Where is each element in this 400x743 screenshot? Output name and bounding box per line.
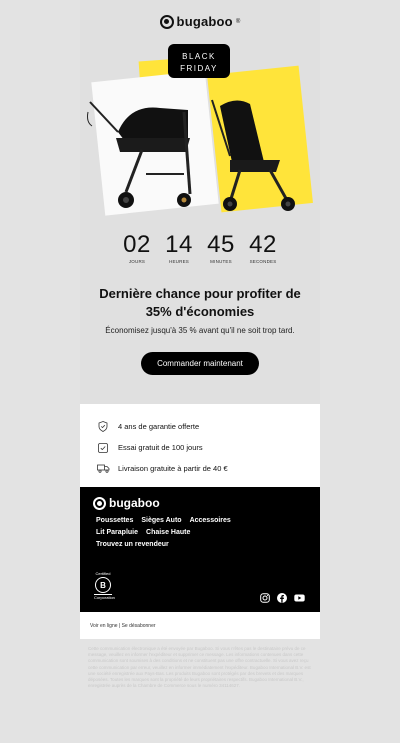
facebook-icon[interactable]: [277, 590, 287, 603]
countdown-minutes: 45 MINUTES: [204, 231, 238, 265]
brand-mark: ®: [235, 18, 241, 25]
benefit-item: 4 ans de garantie offerte: [80, 416, 320, 437]
footer-link-revendeur[interactable]: Trouvez un revendeur: [96, 539, 169, 551]
bugaboo-logo-icon: [93, 496, 106, 510]
countdown-days: 02 JOURS: [120, 231, 154, 265]
badge-line-2: FRIDAY: [180, 64, 218, 73]
footer-link-chaise-haute[interactable]: Chaise Haute: [146, 527, 190, 539]
headline: Dernière chance pour profiter de 35% d'é…: [99, 286, 301, 319]
legal-disclaimer: Cette communication électronique a été e…: [88, 646, 311, 689]
benefits-list: 4 ans de garantie offerte Essai gratuit …: [80, 404, 320, 487]
benefit-text: 4 ans de garantie offerte: [118, 422, 200, 431]
email-container: bugaboo ® BLACK FRIDAY 02 JOURS 14 HEURE…: [80, 0, 320, 639]
bcorp-sub: Corporation: [94, 594, 115, 600]
subheadline: Économisez jusqu'à 35 % avant qu'il ne s…: [105, 326, 295, 335]
footer-link-accessoires[interactable]: Accessoires: [190, 515, 231, 527]
countdown-label: HEURES: [169, 259, 189, 264]
checkbox-icon: [96, 441, 110, 455]
shop-now-button[interactable]: Commander maintenant: [141, 352, 259, 375]
badge-line-1: BLACK: [182, 52, 216, 61]
benefit-text: Essai gratuit de 100 jours: [118, 443, 203, 452]
footer-nav-section: bugaboo Poussettes Sièges Auto Accessoires…: [80, 487, 320, 612]
instagram-icon[interactable]: [260, 590, 270, 603]
footer-link-lit-parapluie[interactable]: Lit Parapluie: [96, 527, 138, 539]
countdown-value: 42: [249, 231, 277, 258]
countdown-label: SECONDES: [249, 259, 277, 264]
product-image[interactable]: BLACK FRIDAY: [80, 44, 320, 220]
bugaboo-logo-icon: [159, 14, 174, 29]
view-online-unsubscribe-links[interactable]: Voir en ligne | Se désabonner: [90, 623, 156, 629]
footer-logo[interactable]: bugaboo: [93, 496, 160, 510]
bcorp-label: Certified: [95, 571, 111, 576]
benefit-item: Livraison gratuite à partir de 40 €: [80, 458, 320, 479]
brand-name: bugaboo: [176, 14, 233, 29]
footer-link-poussettes[interactable]: Poussettes: [96, 515, 133, 527]
countdown-timer: 02 JOURS 14 HEURES 45 MINUTES 42 SECONDE…: [80, 231, 320, 265]
black-friday-badge: BLACK FRIDAY: [168, 44, 230, 78]
footer-nav-links: Poussettes Sièges Auto Accessoires Lit Par…: [96, 515, 306, 551]
bcorp-letter: B: [95, 577, 111, 593]
yellow-panel-right: [207, 65, 313, 213]
countdown-seconds: 42 SECONDES: [246, 231, 280, 265]
countdown-label: JOURS: [128, 259, 146, 264]
countdown-label: MINUTES: [210, 259, 232, 264]
countdown-value: 02: [123, 231, 151, 258]
social-links: [260, 590, 305, 603]
header-logo[interactable]: bugaboo ®: [80, 14, 320, 34]
countdown-value: 14: [165, 231, 193, 258]
footer-link-sieges-auto[interactable]: Sièges Auto: [141, 515, 181, 527]
benefit-text: Livraison gratuite à partir de 40 €: [118, 464, 228, 473]
footer-brand-name: bugaboo: [109, 496, 160, 510]
shield-check-icon: [96, 420, 110, 434]
footer-links-bar: Voir en ligne | Se désabonner: [80, 612, 320, 639]
youtube-icon[interactable]: [294, 590, 305, 602]
truck-icon: [96, 462, 110, 476]
countdown-value: 45: [207, 231, 235, 258]
b-corp-certified-badge: Certified B Corporation: [94, 571, 115, 600]
hero-section: bugaboo ® BLACK FRIDAY 02 JOURS 14 HEURE…: [80, 0, 320, 404]
countdown-hours: 14 HEURES: [162, 231, 196, 265]
benefit-item: Essai gratuit de 100 jours: [80, 437, 320, 458]
